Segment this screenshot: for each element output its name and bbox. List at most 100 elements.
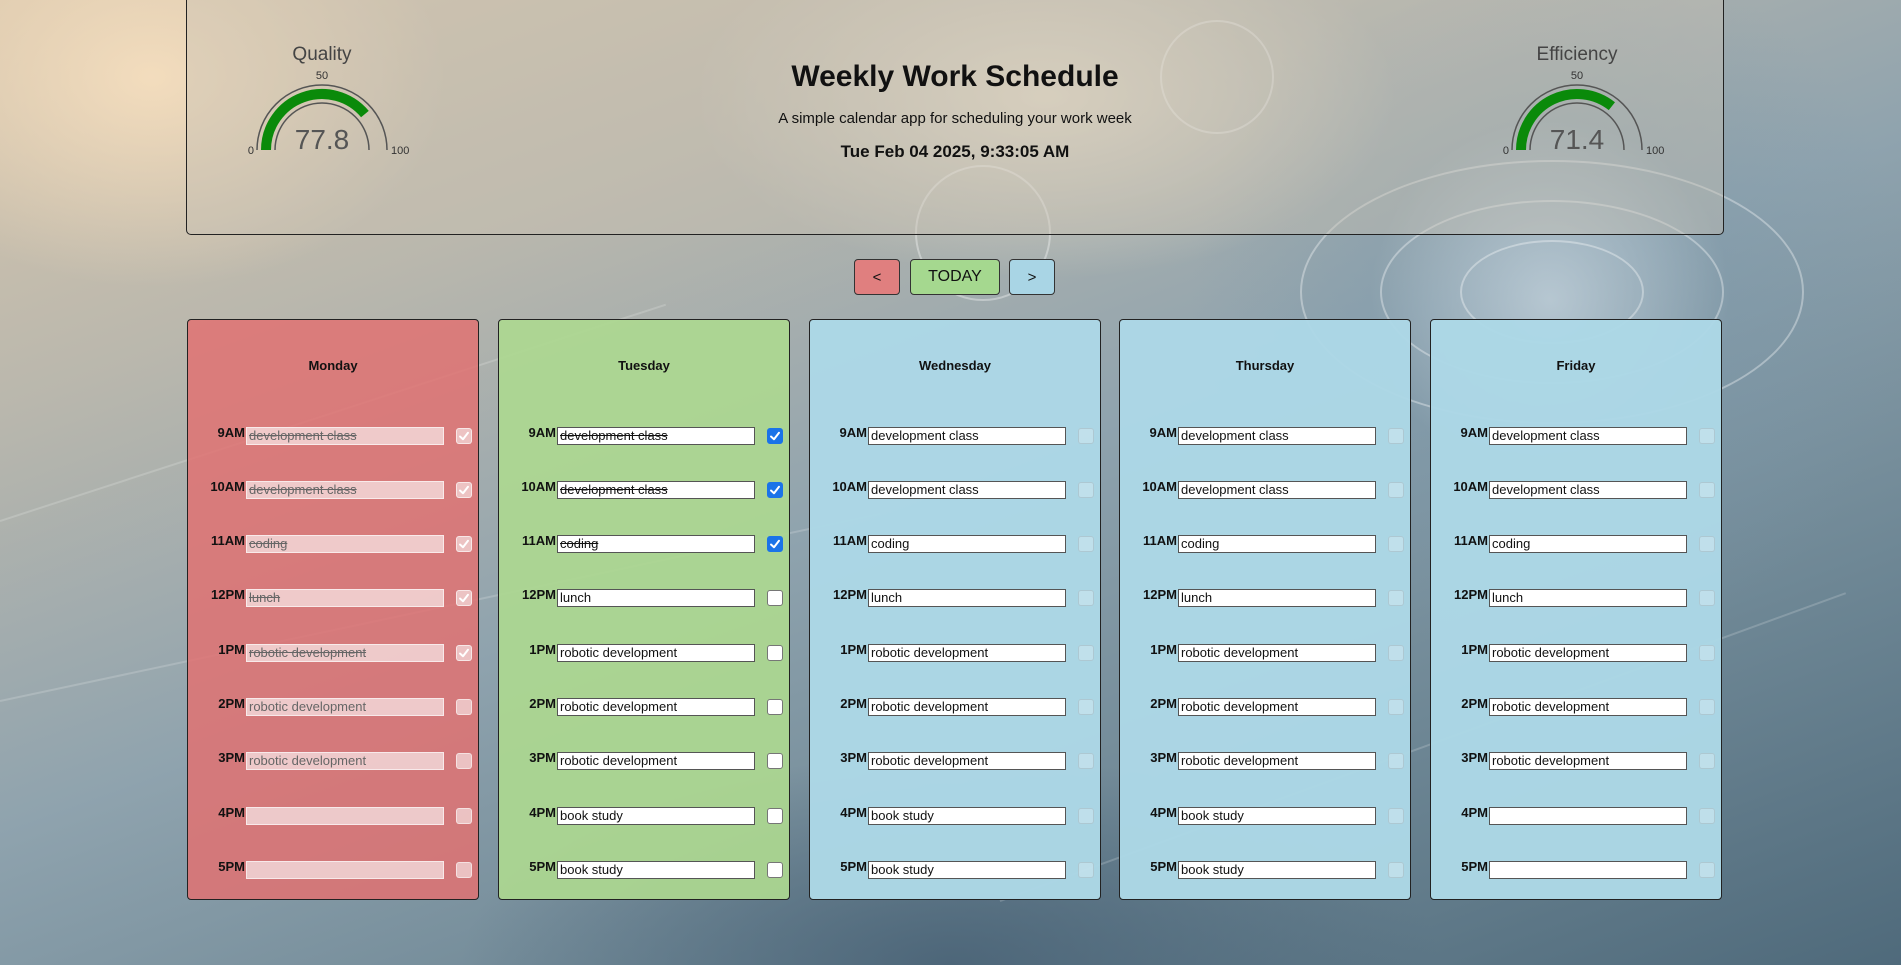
task-done-checkbox[interactable] bbox=[456, 645, 472, 661]
task-input[interactable]: robotic development bbox=[246, 644, 444, 662]
time-slot: 2PM robotic development bbox=[188, 696, 478, 718]
task-input[interactable]: robotic development bbox=[557, 752, 755, 770]
task-done-checkbox[interactable] bbox=[456, 753, 472, 769]
task-done-checkbox[interactable] bbox=[1388, 428, 1404, 444]
task-input[interactable]: development class bbox=[868, 427, 1066, 445]
task-input[interactable]: lunch bbox=[1489, 589, 1687, 607]
task-input[interactable]: coding bbox=[1178, 535, 1376, 553]
checkmark-icon bbox=[770, 485, 780, 495]
time-slot: 1PM robotic development bbox=[810, 642, 1100, 664]
task-done-checkbox[interactable] bbox=[767, 645, 783, 661]
task-done-checkbox[interactable] bbox=[1078, 645, 1094, 661]
time-slot: 2PM robotic development bbox=[1120, 696, 1410, 718]
task-done-checkbox[interactable] bbox=[456, 808, 472, 824]
task-done-checkbox[interactable] bbox=[767, 428, 783, 444]
task-input[interactable]: coding bbox=[1489, 535, 1687, 553]
task-done-checkbox[interactable] bbox=[1699, 428, 1715, 444]
task-done-checkbox[interactable] bbox=[1699, 862, 1715, 878]
task-done-checkbox[interactable] bbox=[767, 862, 783, 878]
task-done-checkbox[interactable] bbox=[1078, 428, 1094, 444]
task-done-checkbox[interactable] bbox=[456, 482, 472, 498]
task-done-checkbox[interactable] bbox=[1699, 808, 1715, 824]
task-input[interactable]: robotic development bbox=[557, 644, 755, 662]
task-done-checkbox[interactable] bbox=[1388, 753, 1404, 769]
task-input[interactable]: lunch bbox=[246, 589, 444, 607]
task-input[interactable]: robotic development bbox=[246, 698, 444, 716]
task-input[interactable]: robotic development bbox=[868, 752, 1066, 770]
task-input[interactable]: robotic development bbox=[1178, 698, 1376, 716]
task-input[interactable]: development class bbox=[557, 481, 755, 499]
task-done-checkbox[interactable] bbox=[1078, 482, 1094, 498]
task-done-checkbox[interactable] bbox=[767, 536, 783, 552]
task-input[interactable]: coding bbox=[868, 535, 1066, 553]
task-done-checkbox[interactable] bbox=[1388, 482, 1404, 498]
task-input[interactable]: robotic development bbox=[1489, 698, 1687, 716]
task-input[interactable]: coding bbox=[557, 535, 755, 553]
task-input[interactable]: lunch bbox=[1178, 589, 1376, 607]
task-done-checkbox[interactable] bbox=[767, 590, 783, 606]
task-done-checkbox[interactable] bbox=[456, 862, 472, 878]
task-input[interactable]: development class bbox=[1178, 481, 1376, 499]
task-input[interactable]: robotic development bbox=[1178, 644, 1376, 662]
task-input[interactable]: development class bbox=[557, 427, 755, 445]
slot-time-label: 2PM bbox=[1150, 696, 1177, 711]
task-done-checkbox[interactable] bbox=[767, 808, 783, 824]
task-done-checkbox[interactable] bbox=[767, 482, 783, 498]
task-done-checkbox[interactable] bbox=[1078, 862, 1094, 878]
time-slot: 9AM development class bbox=[499, 425, 789, 447]
task-input[interactable] bbox=[1489, 807, 1687, 825]
task-done-checkbox[interactable] bbox=[456, 536, 472, 552]
task-input[interactable]: lunch bbox=[557, 589, 755, 607]
task-done-checkbox[interactable] bbox=[456, 590, 472, 606]
checkmark-icon bbox=[459, 593, 469, 603]
task-input[interactable]: robotic development bbox=[1489, 752, 1687, 770]
task-done-checkbox[interactable] bbox=[1078, 753, 1094, 769]
task-input[interactable] bbox=[246, 807, 444, 825]
task-done-checkbox[interactable] bbox=[1388, 645, 1404, 661]
task-input[interactable]: book study bbox=[868, 861, 1066, 879]
task-done-checkbox[interactable] bbox=[1699, 699, 1715, 715]
task-input[interactable]: book study bbox=[557, 861, 755, 879]
task-input[interactable]: robotic development bbox=[557, 698, 755, 716]
task-done-checkbox[interactable] bbox=[1388, 862, 1404, 878]
next-week-button[interactable]: > bbox=[1009, 259, 1055, 295]
task-done-checkbox[interactable] bbox=[1699, 482, 1715, 498]
task-input[interactable]: robotic development bbox=[1178, 752, 1376, 770]
task-input[interactable]: lunch bbox=[868, 589, 1066, 607]
task-input[interactable] bbox=[246, 861, 444, 879]
task-done-checkbox[interactable] bbox=[1699, 645, 1715, 661]
task-done-checkbox[interactable] bbox=[1388, 536, 1404, 552]
task-done-checkbox[interactable] bbox=[1078, 699, 1094, 715]
task-input[interactable]: development class bbox=[1489, 481, 1687, 499]
previous-week-button[interactable]: < bbox=[854, 259, 900, 295]
task-input[interactable]: development class bbox=[1178, 427, 1376, 445]
task-input[interactable]: book study bbox=[868, 807, 1066, 825]
task-done-checkbox[interactable] bbox=[767, 699, 783, 715]
task-done-checkbox[interactable] bbox=[1388, 808, 1404, 824]
task-input[interactable]: robotic development bbox=[1489, 644, 1687, 662]
task-input[interactable]: book study bbox=[1178, 807, 1376, 825]
task-input[interactable]: coding bbox=[246, 535, 444, 553]
task-input[interactable]: development class bbox=[1489, 427, 1687, 445]
task-done-checkbox[interactable] bbox=[1078, 590, 1094, 606]
task-done-checkbox[interactable] bbox=[456, 699, 472, 715]
task-input[interactable]: development class bbox=[868, 481, 1066, 499]
task-done-checkbox[interactable] bbox=[1078, 536, 1094, 552]
task-done-checkbox[interactable] bbox=[767, 753, 783, 769]
task-input[interactable]: robotic development bbox=[868, 644, 1066, 662]
task-done-checkbox[interactable] bbox=[456, 428, 472, 444]
task-done-checkbox[interactable] bbox=[1388, 590, 1404, 606]
task-input[interactable]: book study bbox=[1178, 861, 1376, 879]
task-input[interactable]: development class bbox=[246, 427, 444, 445]
task-done-checkbox[interactable] bbox=[1699, 536, 1715, 552]
task-input[interactable] bbox=[1489, 861, 1687, 879]
task-input[interactable]: robotic development bbox=[246, 752, 444, 770]
task-input[interactable]: robotic development bbox=[868, 698, 1066, 716]
task-done-checkbox[interactable] bbox=[1078, 808, 1094, 824]
task-done-checkbox[interactable] bbox=[1388, 699, 1404, 715]
task-done-checkbox[interactable] bbox=[1699, 590, 1715, 606]
task-input[interactable]: development class bbox=[246, 481, 444, 499]
today-button[interactable]: TODAY bbox=[910, 259, 1000, 295]
task-input[interactable]: book study bbox=[557, 807, 755, 825]
task-done-checkbox[interactable] bbox=[1699, 753, 1715, 769]
